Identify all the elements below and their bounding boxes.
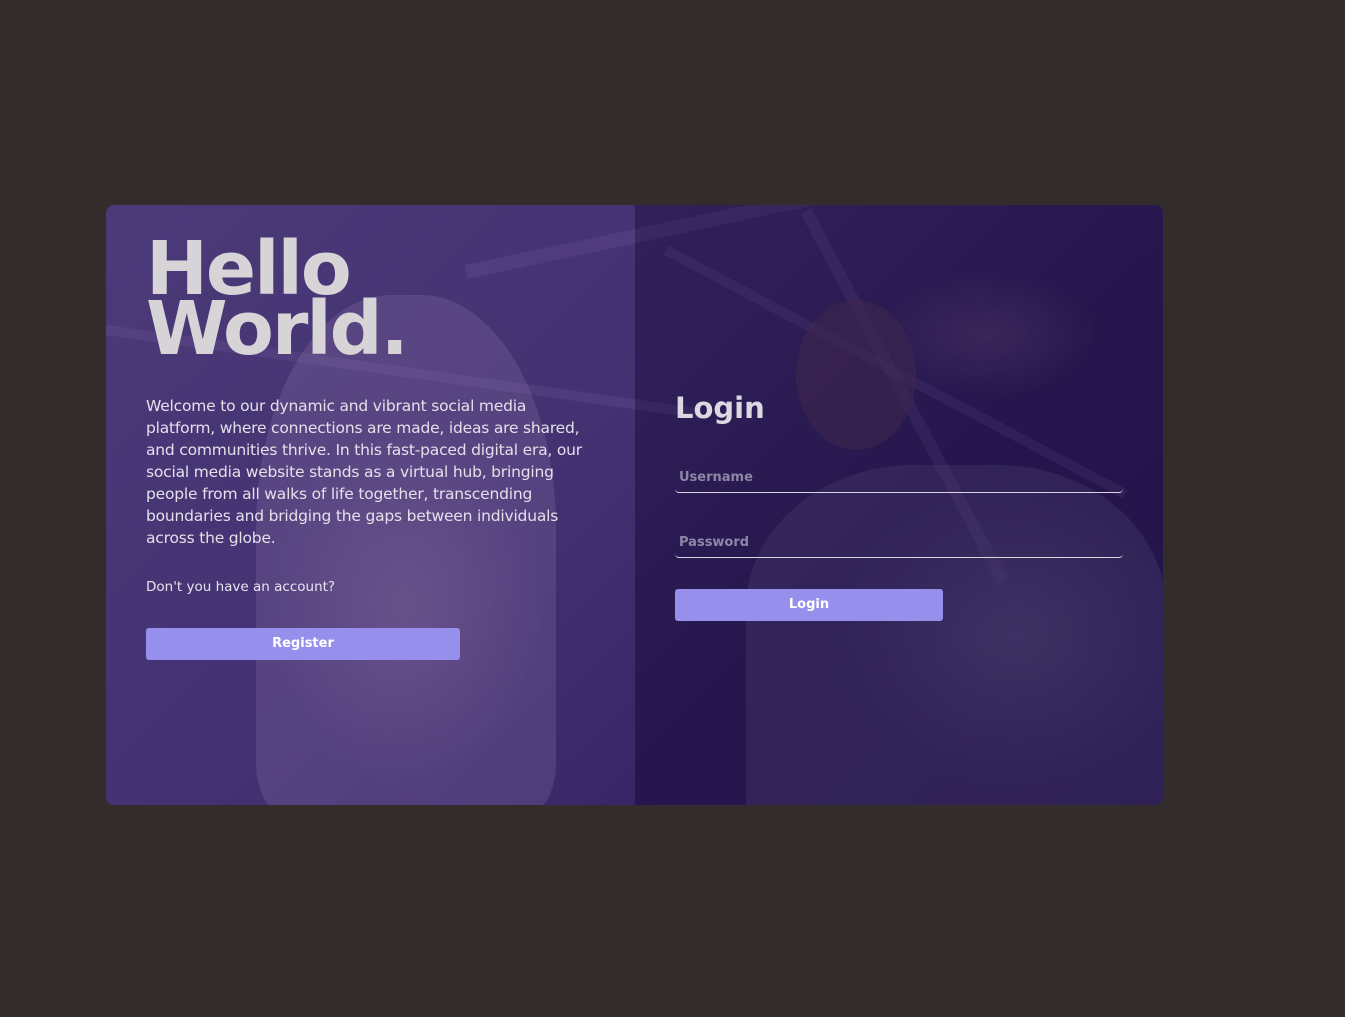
register-button[interactable]: Register — [146, 628, 460, 660]
auth-card: Hello World. Welcome to our dynamic and … — [106, 205, 1163, 805]
login-button[interactable]: Login — [675, 589, 943, 621]
hero-headline: Hello World. — [146, 232, 409, 372]
right-panel — [635, 205, 1163, 805]
username-input[interactable] — [675, 463, 1123, 493]
password-input[interactable] — [675, 528, 1123, 558]
no-account-text: Don't you have an account? — [146, 579, 336, 595]
intro-paragraph: Welcome to our dynamic and vibrant socia… — [146, 397, 582, 547]
headline-line-2: World. — [146, 286, 409, 372]
login-title: Login — [675, 391, 765, 425]
